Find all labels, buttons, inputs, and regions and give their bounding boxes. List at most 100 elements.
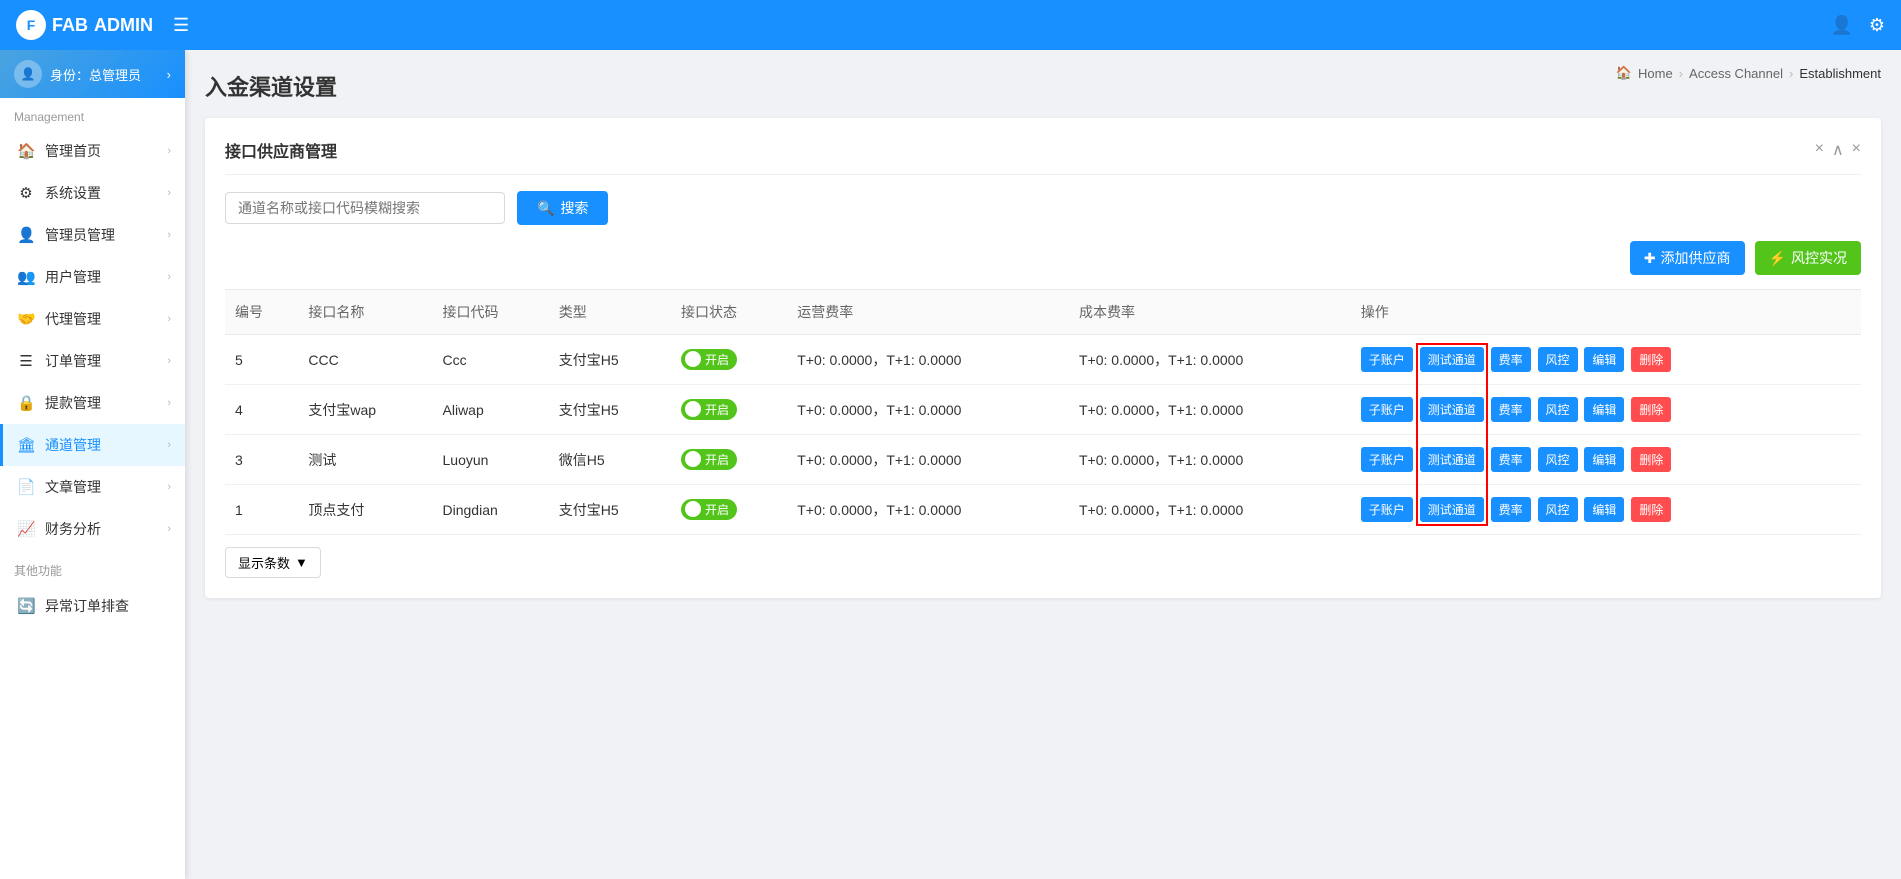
panel-collapse-icon[interactable]: ∧	[1832, 140, 1844, 160]
risk-monitor-button[interactable]: ⚡ 风控实况	[1755, 241, 1861, 275]
cell-id: 1	[225, 485, 298, 535]
settings-icon[interactable]: ⚙	[1869, 15, 1885, 36]
show-count-button[interactable]: 显示条数 ▼	[225, 547, 321, 578]
table-header-row: 编号 接口名称 接口代码 类型 接口状态 运营费率 成本费率 操作	[225, 290, 1861, 335]
cell-actions: 子账户 测试通道 费率 风控 编辑 删除	[1351, 385, 1861, 435]
data-table: 编号 接口名称 接口代码 类型 接口状态 运营费率 成本费率 操作 5 CCC …	[225, 289, 1861, 535]
status-toggle[interactable]: 开启	[681, 449, 737, 470]
article-icon: 📄	[17, 478, 35, 496]
sidebar-item-system[interactable]: ⚙ 系统设置 ›	[0, 172, 185, 214]
edit-button[interactable]: 编辑	[1584, 447, 1624, 472]
risk-icon: ⚡	[1769, 250, 1786, 267]
chevron-icon: ›	[167, 397, 171, 409]
menu-toggle[interactable]: ☰	[165, 11, 197, 40]
chevron-icon: ›	[167, 187, 171, 199]
role-label: 身份：总管理员	[50, 65, 141, 84]
channel-icon: 🏛	[17, 436, 35, 454]
sidebar-role[interactable]: 👤 身份：总管理员 ›	[0, 50, 185, 98]
sidebar-item-dashboard[interactable]: 🏠 管理首页 ›	[0, 130, 185, 172]
chevron-icon: ›	[167, 145, 171, 157]
search-icon: 🔍	[537, 200, 554, 217]
delete-button[interactable]: 删除	[1631, 397, 1671, 422]
search-button[interactable]: 🔍 搜索	[517, 191, 608, 225]
edit-button[interactable]: 编辑	[1584, 397, 1624, 422]
management-label: Management	[0, 98, 185, 130]
sidebar-item-admin[interactable]: 👤 管理员管理 ›	[0, 214, 185, 256]
risk-button[interactable]: 风控	[1538, 497, 1578, 522]
status-toggle[interactable]: 开启	[681, 349, 737, 370]
sidebar-item-channel[interactable]: 🏛 通道管理 ›	[0, 424, 185, 466]
cell-type: 微信H5	[549, 435, 671, 485]
users-icon: 👥	[17, 268, 35, 286]
abnormal-icon: 🔄	[17, 597, 35, 615]
add-supplier-button[interactable]: ✚ 添加供应商	[1630, 241, 1745, 275]
logo-admin: ADMIN	[94, 15, 153, 36]
action-row: ✚ 添加供应商 ⚡ 风控实况	[225, 241, 1861, 275]
delete-button[interactable]: 删除	[1631, 447, 1671, 472]
main-content: 入金渠道设置 接口供应商管理 × ∧ × 🔍 搜索	[185, 50, 1901, 879]
col-name: 接口名称	[298, 290, 432, 335]
top-header: F FAB ADMIN ☰ 👤 ⚙	[0, 0, 1901, 50]
sidebar-item-orders[interactable]: ☰ 订单管理 ›	[0, 340, 185, 382]
col-status: 接口状态	[671, 290, 787, 335]
sidebar-item-agents[interactable]: 🤝 代理管理 ›	[0, 298, 185, 340]
cell-type: 支付宝H5	[549, 485, 671, 535]
cell-op-rate: T+0: 0.0000，T+1: 0.0000	[787, 485, 1069, 535]
sub-account-button[interactable]: 子账户	[1361, 397, 1413, 422]
risk-button[interactable]: 风控	[1538, 347, 1578, 372]
sidebar-item-withdraw[interactable]: 🔒 提款管理 ›	[0, 382, 185, 424]
admin-icon: 👤	[17, 226, 35, 244]
status-toggle[interactable]: 开启	[681, 499, 737, 520]
header-right: 👤 ⚙	[1830, 15, 1885, 36]
sidebar-item-finance[interactable]: 📈 财务分析 ›	[0, 508, 185, 550]
test-channel-button[interactable]: 测试通道	[1420, 397, 1484, 422]
cell-name: CCC	[298, 335, 432, 385]
sub-account-button[interactable]: 子账户	[1361, 497, 1413, 522]
sidebar-item-article[interactable]: 📄 文章管理 ›	[0, 466, 185, 508]
sidebar-item-abnormal[interactable]: 🔄 异常订单排查	[0, 585, 185, 627]
panel-close-icon[interactable]: ×	[1852, 140, 1861, 160]
sidebar-item-system-label: 系统设置	[45, 183, 101, 203]
sub-account-button[interactable]: 子账户	[1361, 447, 1413, 472]
logo-icon: F	[16, 10, 46, 40]
sidebar-item-users[interactable]: 👥 用户管理 ›	[0, 256, 185, 298]
cell-name: 支付宝wap	[298, 385, 432, 435]
chevron-icon: ›	[167, 355, 171, 367]
breadcrumb-home-icon: 🏠	[1616, 65, 1632, 81]
agents-icon: 🤝	[17, 310, 35, 328]
fee-button[interactable]: 费率	[1491, 447, 1531, 472]
cell-op-rate: T+0: 0.0000，T+1: 0.0000	[787, 335, 1069, 385]
cell-id: 4	[225, 385, 298, 435]
risk-button[interactable]: 风控	[1538, 397, 1578, 422]
test-channel-button[interactable]: 测试通道	[1420, 347, 1484, 372]
cell-cost-rate: T+0: 0.0000，T+1: 0.0000	[1069, 385, 1351, 435]
sub-account-button[interactable]: 子账户	[1361, 347, 1413, 372]
breadcrumb-access-channel[interactable]: Access Channel	[1689, 66, 1783, 81]
delete-button[interactable]: 删除	[1631, 497, 1671, 522]
status-toggle[interactable]: 开启	[681, 399, 737, 420]
search-input[interactable]	[225, 192, 505, 224]
panel-header: 接口供应商管理 × ∧ ×	[225, 138, 1861, 175]
panel-minimize-icon[interactable]: ×	[1815, 140, 1824, 160]
cell-id: 5	[225, 335, 298, 385]
test-channel-button[interactable]: 测试通道	[1420, 497, 1484, 522]
edit-button[interactable]: 编辑	[1584, 497, 1624, 522]
fee-button[interactable]: 费率	[1491, 497, 1531, 522]
main-panel: 接口供应商管理 × ∧ × 🔍 搜索 ✚ 添加供应商	[205, 118, 1881, 598]
fee-button[interactable]: 费率	[1491, 347, 1531, 372]
risk-button[interactable]: 风控	[1538, 447, 1578, 472]
breadcrumb-home[interactable]: Home	[1638, 66, 1673, 81]
cell-cost-rate: T+0: 0.0000，T+1: 0.0000	[1069, 485, 1351, 535]
cell-status: 开启	[671, 485, 787, 535]
cell-code: Aliwap	[433, 385, 549, 435]
fee-button[interactable]: 费率	[1491, 397, 1531, 422]
test-channel-button[interactable]: 测试通道	[1420, 447, 1484, 472]
breadcrumb: 🏠 Home › Access Channel › Establishment	[1616, 65, 1881, 81]
chevron-icon: ›	[167, 481, 171, 493]
delete-button[interactable]: 删除	[1631, 347, 1671, 372]
edit-button[interactable]: 编辑	[1584, 347, 1624, 372]
toggle-dot	[685, 451, 701, 467]
col-id: 编号	[225, 290, 298, 335]
user-icon[interactable]: 👤	[1830, 15, 1852, 36]
cell-status: 开启	[671, 385, 787, 435]
